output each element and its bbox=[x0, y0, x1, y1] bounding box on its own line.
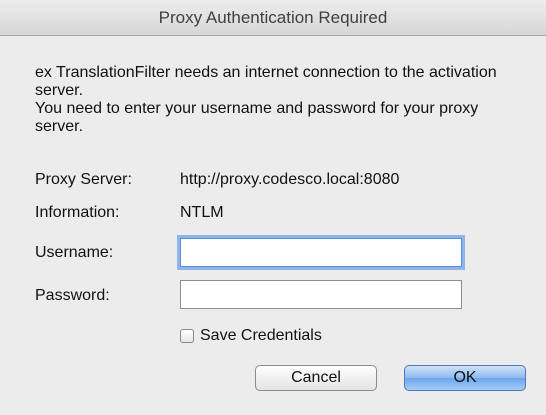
password-label: Password: bbox=[35, 287, 110, 304]
message-line-1: ex TranslationFilter needs an internet c… bbox=[35, 64, 497, 99]
dialog-message: ex TranslationFilter needs an internet c… bbox=[35, 64, 530, 136]
proxy-server-label: Proxy Server: bbox=[35, 171, 132, 188]
proxy-auth-dialog: Proxy Authentication Required ex Transla… bbox=[0, 0, 546, 415]
password-input[interactable] bbox=[180, 280, 462, 309]
information-value: NTLM bbox=[180, 204, 224, 221]
save-credentials-label[interactable]: Save Credentials bbox=[200, 327, 322, 345]
username-label: Username: bbox=[35, 244, 114, 261]
proxy-server-value: http://proxy.codesco.local:8080 bbox=[180, 171, 400, 188]
dialog-title: Proxy Authentication Required bbox=[0, 0, 546, 36]
ok-button[interactable]: OK bbox=[404, 365, 526, 391]
save-credentials-checkbox[interactable] bbox=[180, 329, 194, 343]
cancel-button[interactable]: Cancel bbox=[255, 365, 377, 391]
information-label: Information: bbox=[35, 204, 120, 221]
message-line-2: You need to enter your username and pass… bbox=[35, 100, 479, 135]
username-input[interactable] bbox=[180, 238, 462, 267]
save-credentials-option[interactable]: Save Credentials bbox=[180, 326, 322, 346]
